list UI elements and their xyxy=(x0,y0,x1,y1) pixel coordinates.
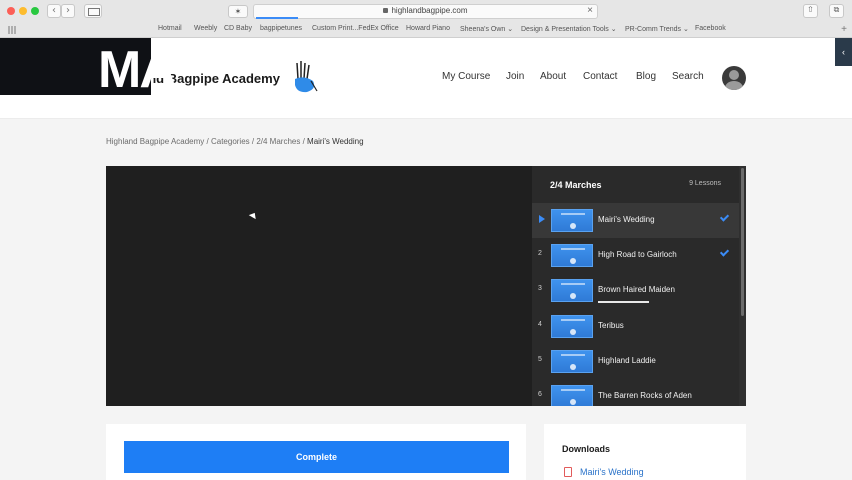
bookmarks-bar: + Hotmail Weebly CD Baby bagpipetunes Custom… xyxy=(0,23,852,37)
lesson-count: 9 Lessons xyxy=(689,180,721,187)
overlay-text: MA xyxy=(98,41,177,99)
lesson-number: 6 xyxy=(538,391,542,398)
complete-card: Complete xyxy=(106,424,526,480)
bookmark-item[interactable]: Facebook xyxy=(695,25,726,32)
downloads-title: Downloads xyxy=(562,444,611,454)
breadcrumb-separator: / xyxy=(204,137,211,146)
scrollbar-thumb[interactable] xyxy=(741,168,744,316)
lock-icon xyxy=(383,8,389,14)
playlist-header: 2/4 Marches 9 Lessons xyxy=(532,166,746,203)
breadcrumb: Highland Bagpipe Academy / Categories / … xyxy=(106,137,364,146)
maximize-window-button[interactable] xyxy=(31,7,39,15)
lesson-thumbnail xyxy=(551,385,593,406)
breadcrumb-link[interactable]: Categories xyxy=(211,137,250,146)
nav-join[interactable]: Join xyxy=(506,71,524,82)
lesson-playlist: 2/4 Marches 9 Lessons Mairi's Wedding 2 Hi… xyxy=(532,166,746,406)
share-icon[interactable]: ⇧ xyxy=(803,4,818,18)
playlist-title: 2/4 Marches xyxy=(550,180,602,190)
breadcrumb-link[interactable]: 2/4 Marches xyxy=(256,137,300,146)
lesson-number: 5 xyxy=(538,356,542,363)
nav-about[interactable]: About xyxy=(540,71,566,82)
lesson-number: 3 xyxy=(538,285,542,292)
lesson-title: High Road to Gairloch xyxy=(598,250,677,259)
bookmark-item[interactable]: CD Baby xyxy=(224,25,252,32)
breadcrumb-current: Mairi's Wedding xyxy=(307,137,364,146)
lesson-title: Teribus xyxy=(598,321,624,330)
lesson-thumbnail xyxy=(551,279,593,302)
sidebar-toggle-icon[interactable] xyxy=(84,4,102,18)
playlist-item[interactable]: 4 Teribus xyxy=(532,309,739,344)
nav-search[interactable]: Search xyxy=(672,71,704,82)
site-header: MA and Bagpipe Academy My Course Join Ab… xyxy=(0,38,852,119)
playlist-item[interactable]: 5 Highland Laddie xyxy=(532,344,739,379)
pdf-file-icon xyxy=(564,467,572,477)
mouse-pointer-icon xyxy=(248,210,259,220)
lesson-number: 4 xyxy=(538,321,542,328)
bookmark-item[interactable]: Howard Piano xyxy=(406,25,450,32)
lesson-title: The Barren Rocks of Aden xyxy=(598,391,692,400)
back-icon[interactable]: ‹ xyxy=(47,4,61,18)
browser-chrome: ‹ › ✶ highlandbagpipe.com × ⇧ ⧉ + Hotmai… xyxy=(0,0,852,38)
bookmark-item[interactable]: PR-Comm Trends ⌄ xyxy=(625,25,689,33)
close-window-button[interactable] xyxy=(7,7,15,15)
chevron-left-icon[interactable]: ‹ xyxy=(835,38,852,66)
lesson-progress-bar xyxy=(598,301,649,303)
playlist-item[interactable]: 2 High Road to Gairloch xyxy=(532,238,739,273)
reader-icon[interactable]: ✶ xyxy=(228,5,248,18)
bookmark-item[interactable]: bagpipetunes xyxy=(260,25,302,32)
forward-icon[interactable]: › xyxy=(61,4,75,18)
bookmark-item[interactable]: Hotmail xyxy=(158,25,182,32)
complete-button[interactable]: Complete xyxy=(124,441,509,473)
browser-toolbar: ‹ › ✶ highlandbagpipe.com × ⇧ ⧉ xyxy=(0,0,852,23)
playlist-item[interactable]: Mairi's Wedding xyxy=(532,203,739,238)
lesson-title: Mairi's Wedding xyxy=(598,215,655,224)
address-bar[interactable]: highlandbagpipe.com × xyxy=(253,4,598,19)
stop-loading-icon[interactable]: × xyxy=(587,5,593,16)
apps-grid-icon[interactable] xyxy=(8,26,17,34)
bookmark-item[interactable]: Custom Print...FedEx Office xyxy=(312,25,399,32)
page-load-progress xyxy=(256,17,298,19)
bookmark-item[interactable]: Weebly xyxy=(194,25,217,32)
lesson-number: 2 xyxy=(538,250,542,257)
user-avatar[interactable] xyxy=(722,66,746,90)
lesson-title: Highland Laddie xyxy=(598,356,656,365)
breadcrumb-link[interactable]: Highland Bagpipe Academy xyxy=(106,137,204,146)
lesson-thumbnail xyxy=(551,350,593,373)
now-playing-icon xyxy=(539,215,545,223)
bookmark-item[interactable]: Design & Presentation Tools ⌄ xyxy=(521,25,617,33)
completed-check-icon xyxy=(719,247,730,257)
video-player[interactable] xyxy=(106,166,532,406)
downloads-card: Downloads Mairi's Wedding xyxy=(544,424,746,480)
tabs-overview-icon[interactable]: ⧉ xyxy=(829,4,844,18)
playlist-item[interactable]: 6 The Barren Rocks of Aden xyxy=(532,379,739,406)
bagpipe-logo-icon[interactable] xyxy=(289,59,319,95)
completed-check-icon xyxy=(719,212,730,222)
playlist-scrollbar[interactable] xyxy=(739,166,746,406)
lesson-title: Brown Haired Maiden xyxy=(598,285,675,294)
download-link[interactable]: Mairi's Wedding xyxy=(580,467,644,477)
playlist-item[interactable]: 3 Brown Haired Maiden xyxy=(532,273,739,308)
nav-my-course[interactable]: My Course xyxy=(442,71,490,82)
lesson-thumbnail xyxy=(551,244,593,267)
lesson-thumbnail xyxy=(551,315,593,338)
lesson-thumbnail xyxy=(551,209,593,232)
address-text: highlandbagpipe.com xyxy=(391,6,468,15)
bookmark-item[interactable]: Sheena's Own ⌄ xyxy=(460,25,513,33)
nav-contact[interactable]: Contact xyxy=(583,71,617,82)
nav-blog[interactable]: Blog xyxy=(636,71,656,82)
minimize-window-button[interactable] xyxy=(19,7,27,15)
address-text-wrap: highlandbagpipe.com xyxy=(254,6,597,15)
add-bookmark-icon[interactable]: + xyxy=(841,24,847,35)
overlay-banner: MA xyxy=(0,38,177,99)
